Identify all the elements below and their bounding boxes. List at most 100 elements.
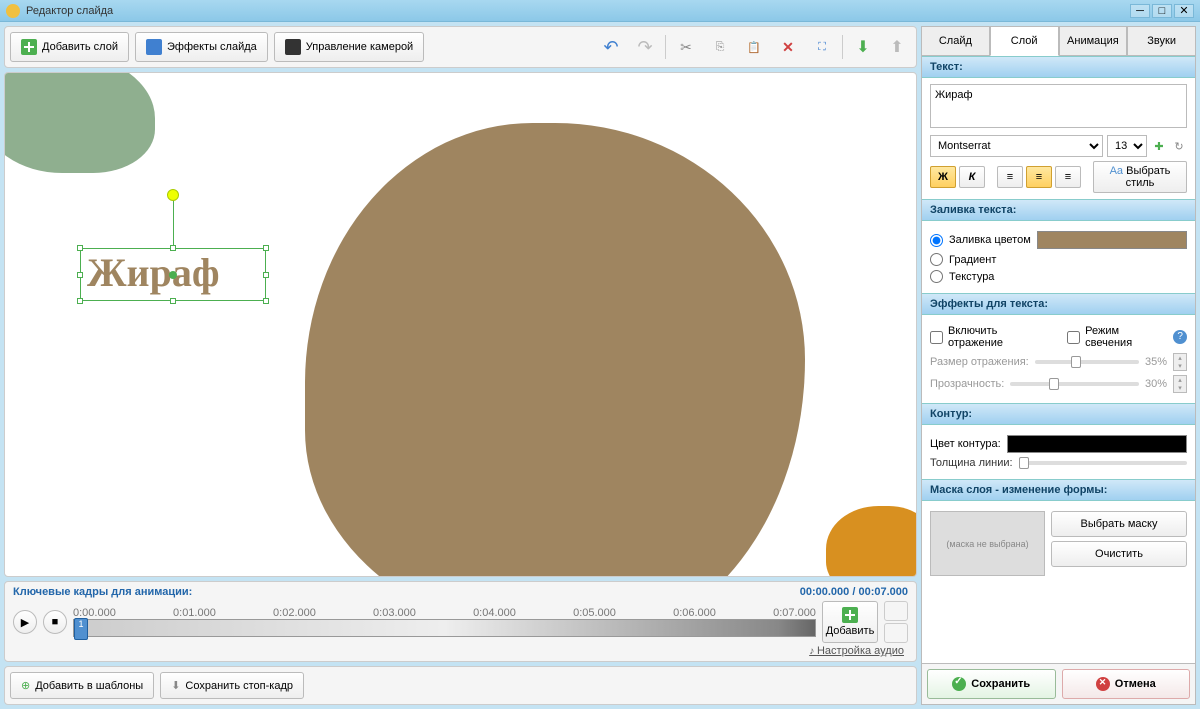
fill-color-label: Заливка цветом <box>949 234 1031 246</box>
resize-handle[interactable] <box>77 245 83 251</box>
reflection-size-value: 35% <box>1145 356 1167 368</box>
shape-brown-blob[interactable] <box>305 123 805 577</box>
save-still-button[interactable]: ⬇ Сохранить стоп-кадр <box>160 672 304 699</box>
choose-mask-button[interactable]: Выбрать маску <box>1051 511 1187 537</box>
tab-layer[interactable]: Слой <box>990 26 1059 56</box>
choose-style-button[interactable]: Aa Выбрать стиль <box>1093 161 1187 193</box>
reset-font-icon[interactable]: ↻ <box>1171 138 1187 154</box>
camera-button[interactable]: Управление камерой <box>274 32 424 62</box>
cut-button[interactable]: ✂ <box>672 33 700 61</box>
redo-icon: ↷ <box>637 37 652 58</box>
add-layer-button[interactable]: Добавить слой <box>10 32 129 62</box>
undo-button[interactable]: ↶ <box>597 33 625 61</box>
font-family-select[interactable]: Montserrat <box>930 135 1103 157</box>
text-section-header: Текст: <box>922 56 1195 78</box>
fit-button[interactable]: ⛶ <box>808 33 836 61</box>
tab-sounds[interactable]: Звуки <box>1127 26 1196 55</box>
clear-mask-button[interactable]: Очистить <box>1051 541 1187 567</box>
add-font-icon[interactable]: ✚ <box>1151 138 1167 154</box>
text-content-input[interactable]: Жираф <box>930 84 1187 128</box>
transparency-slider[interactable] <box>1010 382 1139 386</box>
shape-green-blob[interactable] <box>4 72 155 173</box>
timeline-ticks: 0:00.0000:01.0000:02.0000:03.0000:04.000… <box>73 607 816 619</box>
slide-effects-label: Эффекты слайда <box>167 41 257 53</box>
timeline-track[interactable]: 0:00.0000:01.0000:02.0000:03.0000:04.000… <box>73 607 816 637</box>
resize-handle[interactable] <box>263 245 269 251</box>
contour-thickness-slider[interactable] <box>1019 461 1187 465</box>
fill-gradient-radio[interactable] <box>930 253 943 266</box>
resize-handle[interactable] <box>263 298 269 304</box>
close-button[interactable]: ✕ <box>1174 4 1194 18</box>
undo-icon: ↶ <box>603 37 618 58</box>
shape-orange-blob[interactable] <box>826 506 917 577</box>
reflection-size-label: Размер отражения: <box>930 356 1029 368</box>
action-bar: Сохранить Отмена <box>921 664 1196 705</box>
copy-button[interactable]: ⎘ <box>706 33 734 61</box>
fill-color-radio[interactable] <box>930 234 943 247</box>
help-icon[interactable]: ? <box>1173 330 1187 344</box>
fill-color-swatch[interactable] <box>1037 231 1187 249</box>
add-keyframe-button[interactable]: Добавить <box>822 601 878 643</box>
align-left-button[interactable]: ≡ <box>997 166 1023 188</box>
delete-button[interactable]: ✕ <box>774 33 802 61</box>
property-tabs: Слайд Слой Анимация Звуки <box>921 26 1196 56</box>
cancel-icon <box>1096 677 1110 691</box>
resize-handle[interactable] <box>170 298 176 304</box>
add-template-label: Добавить в шаблоны <box>35 680 143 692</box>
resize-handle[interactable] <box>263 272 269 278</box>
add-to-templates-button[interactable]: ⊕ Добавить в шаблоны <box>10 672 154 699</box>
save-label: Сохранить <box>971 678 1030 690</box>
align-right-button[interactable]: ≡ <box>1055 166 1081 188</box>
slide-effects-button[interactable]: Эффекты слайда <box>135 32 268 62</box>
stop-button[interactable]: ■ <box>43 610 67 634</box>
settings-keyframe-button[interactable] <box>884 623 908 643</box>
paste-button[interactable]: 📋 <box>740 33 768 61</box>
pivot-handle[interactable] <box>169 271 177 279</box>
resize-handle[interactable] <box>170 245 176 251</box>
fill-texture-radio[interactable] <box>930 270 943 283</box>
play-button[interactable]: ▶ <box>13 610 37 634</box>
minimize-button[interactable]: ─ <box>1130 4 1150 18</box>
camera-icon <box>285 39 301 55</box>
contour-color-swatch[interactable] <box>1007 435 1187 453</box>
maximize-button[interactable]: □ <box>1152 4 1172 18</box>
edit-keyframe-button[interactable] <box>884 601 908 621</box>
reflection-size-slider[interactable] <box>1035 360 1139 364</box>
tab-slide[interactable]: Слайд <box>921 26 990 55</box>
save-still-label: Сохранить стоп-кадр <box>185 680 293 692</box>
reflection-label: Включить отражение <box>948 325 1054 349</box>
resize-handle[interactable] <box>77 272 83 278</box>
reflection-checkbox[interactable] <box>930 331 943 344</box>
app-icon <box>6 4 20 18</box>
rotation-handle[interactable] <box>167 189 179 201</box>
reflection-size-spinner[interactable]: ▴▾ <box>1173 353 1187 371</box>
cancel-button[interactable]: Отмена <box>1062 669 1191 699</box>
layer-up-button[interactable]: ⬆ <box>883 33 911 61</box>
canvas[interactable]: Жираф <box>4 72 917 577</box>
layer-down-button[interactable]: ⬇ <box>849 33 877 61</box>
save-button[interactable]: Сохранить <box>927 669 1056 699</box>
fill-texture-label: Текстура <box>949 271 994 283</box>
italic-button[interactable]: К <box>959 166 985 188</box>
keyframe-marker[interactable]: 1 <box>74 618 88 640</box>
redo-button[interactable]: ↷ <box>631 33 659 61</box>
audio-settings-link[interactable]: ♪ Настройка аудио <box>13 645 908 657</box>
bold-button[interactable]: Ж <box>930 166 956 188</box>
still-icon: ⬇ <box>171 679 180 692</box>
window-title: Редактор слайда <box>26 5 1130 17</box>
font-size-select[interactable]: 13 <box>1107 135 1147 157</box>
transparency-label: Прозрачность: <box>930 378 1004 390</box>
glow-checkbox[interactable] <box>1067 331 1080 344</box>
tab-animation[interactable]: Анимация <box>1059 26 1128 55</box>
fill-section-header: Заливка текста: <box>922 199 1195 221</box>
selected-text-layer[interactable]: Жираф <box>80 248 266 301</box>
align-center-button[interactable]: ≡ <box>1026 166 1052 188</box>
plus-icon <box>842 607 858 623</box>
timeline-title: Ключевые кадры для анимации: <box>13 586 192 598</box>
camera-label: Управление камерой <box>306 41 413 53</box>
rotation-line <box>173 199 174 249</box>
resize-handle[interactable] <box>77 298 83 304</box>
check-icon <box>952 677 966 691</box>
cancel-label: Отмена <box>1115 678 1156 690</box>
transparency-spinner[interactable]: ▴▾ <box>1173 375 1187 393</box>
